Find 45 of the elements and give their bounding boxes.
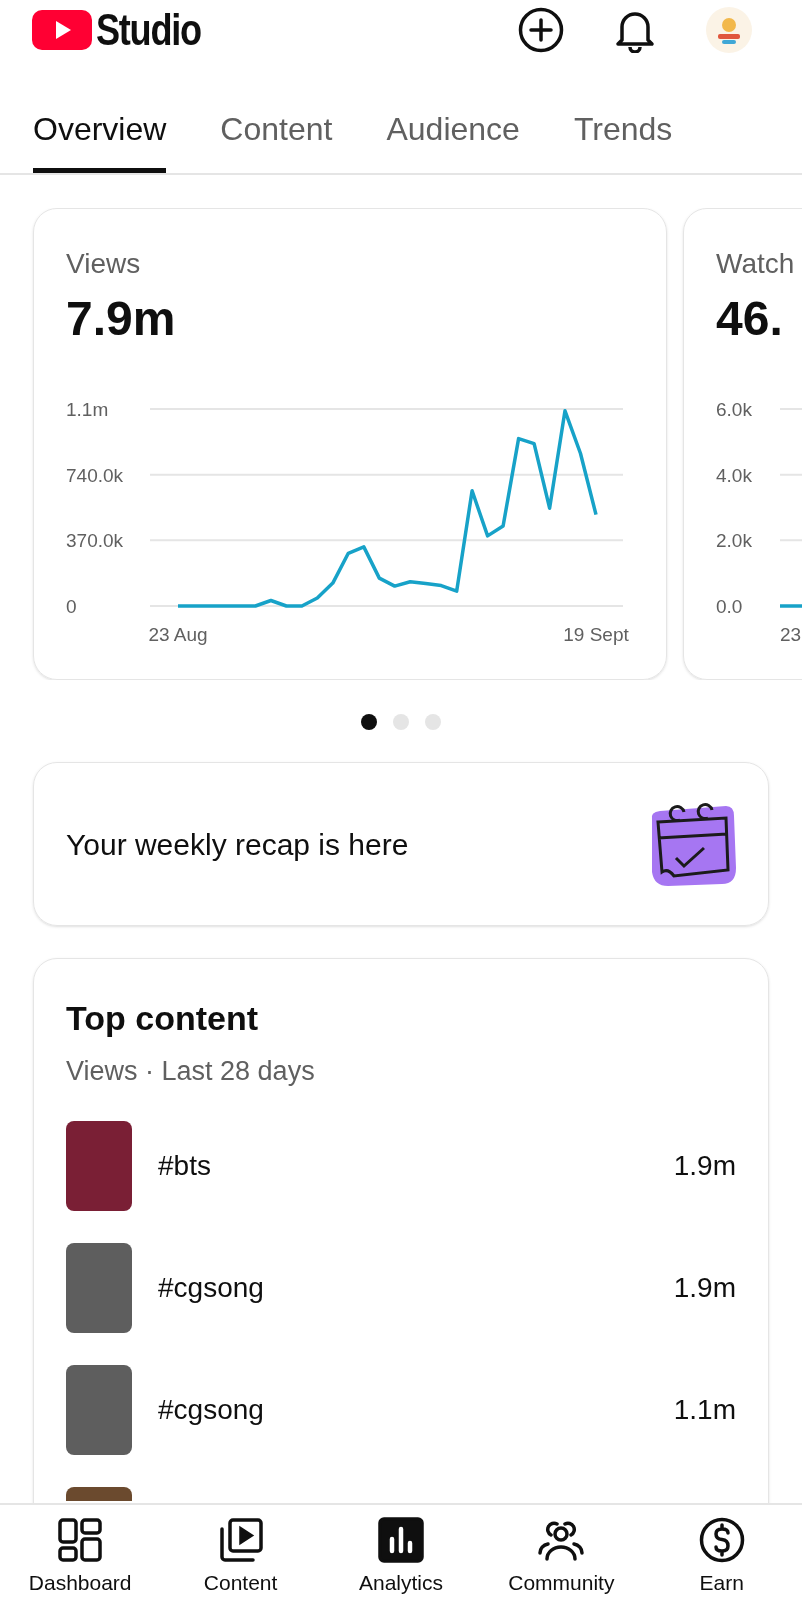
axis-label: 370.0k [66,530,124,552]
nav-item[interactable]: Analytics [325,1517,476,1599]
add-icon[interactable] [518,7,564,53]
metric-value: 46. [716,291,783,347]
video-thumbnail[interactable] [66,1243,132,1333]
axis-label: 4.0k [716,464,752,486]
metric-title: Views [66,247,142,281]
axis-label: 19 Sept [563,624,629,645]
tab[interactable]: Overview [33,105,167,173]
video-thumbnail[interactable] [66,1121,132,1211]
axis-label: 6.0k [716,399,752,420]
metric-card[interactable]: Views 7.9m 1.1m 740.0k 370.0k 0 23 Aug 19 Sept [33,208,667,680]
video-thumbnail[interactable] [66,1487,132,1501]
logo-text: Studio [96,8,201,52]
view-count: 1.9m [673,1149,736,1183]
metric-title: Watch [716,247,796,281]
metric-value: 7.9m [66,291,176,347]
video-title[interactable]: #cgsong [158,1267,264,1309]
nav-item[interactable]: Community [486,1517,637,1599]
view-count: 1.1m [673,1393,736,1427]
nav-item[interactable]: Earn [646,1517,797,1599]
line-chart-drawing [780,604,802,608]
tab[interactable]: Trends [573,105,673,173]
recap-text: Your weekly recap is here [66,826,409,863]
video-thumbnail[interactable] [66,1365,132,1455]
nav-item[interactable]: Dashboard [5,1517,156,1599]
section-title: Top content [66,998,259,1039]
axis-label: 0 [66,596,77,617]
section-subtitle: Views · Last 28 days [66,1054,316,1088]
axis-label: 740.0k [66,464,124,486]
play-logo-icon [32,10,92,50]
view-count: 1.9m [673,1271,736,1305]
tab[interactable]: Audience [386,105,520,173]
axis-label: 2.0k [716,530,752,552]
axis-label: 23 [780,624,802,645]
avatar[interactable] [706,7,752,53]
nav-item[interactable]: Content [165,1517,316,1599]
recap-card[interactable]: Your weekly recap is here [33,762,769,926]
axis-label: 1.1m [66,399,109,420]
video-title[interactable]: #cgsong [158,1389,264,1431]
metric-card[interactable]: Watch 46. 6.0k 4.0k 2.0k 0.0 23 [683,208,802,680]
axis-label: 23 Aug [148,624,208,645]
tab[interactable]: Content [220,105,333,173]
video-title[interactable]: #bts [158,1145,211,1187]
axis-label: 0.0 [716,596,743,617]
